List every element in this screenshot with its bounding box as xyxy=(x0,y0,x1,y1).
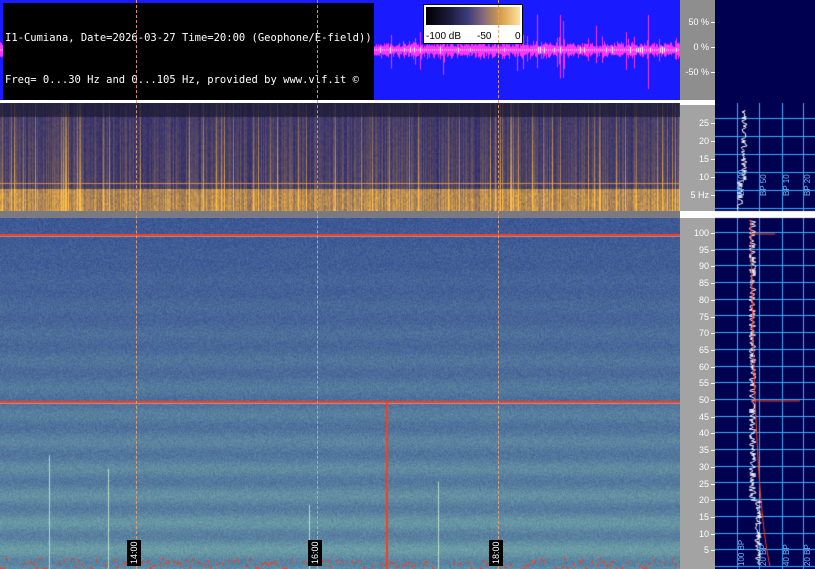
full-band-tick: 60 xyxy=(698,361,716,372)
colorbar-gradient xyxy=(426,7,520,25)
frequency-axis: 50 % 0 % -50 % 25 20 15 10 5 Hz 100 95 90 8… xyxy=(680,0,716,569)
full-band-tick: 85 xyxy=(698,278,716,289)
average-spectrum-trace xyxy=(715,0,815,569)
colorbar-label-min: -100 dB xyxy=(426,31,462,42)
full-band-tick: 15 xyxy=(698,511,716,522)
time-label-1400: 14:00 xyxy=(127,540,141,566)
full-band-tick: 50 xyxy=(698,395,716,405)
low-band-tick: 15 xyxy=(698,154,716,164)
spectrogram-low-band xyxy=(0,103,680,211)
colorbar-label-mid: -50 xyxy=(477,31,492,42)
bp-label-top: BP 10 xyxy=(782,174,791,196)
axis-separator-top xyxy=(680,100,715,105)
db-colorbar: -100 dB -50 0 xyxy=(423,4,523,44)
time-label-1800: 18:00 xyxy=(489,540,503,566)
full-band-tick: 95 xyxy=(698,244,716,255)
low-band-tick: 10 xyxy=(698,172,716,182)
full-band-tick: 100 xyxy=(693,228,716,238)
full-band-tick: 80 xyxy=(698,294,716,305)
time-marker-line-1600 xyxy=(317,0,318,569)
full-band-tick: 25 xyxy=(698,478,716,489)
time-marker-line-1800 xyxy=(498,0,499,569)
station-header: I1-Cumiana, Date=2026-03-27 Time=20:00 (… xyxy=(3,3,374,100)
full-band-tick: 55 xyxy=(698,378,716,389)
bp-label-bottom: 20 BP xyxy=(759,544,768,566)
spectrogram-low-band-image xyxy=(0,103,680,211)
bp-label-top: BP 50 xyxy=(759,174,768,196)
full-band-tick: 10 xyxy=(698,528,716,539)
bp-label-bottom: 100 BP xyxy=(737,539,746,566)
low-band-tick: 25 xyxy=(698,118,716,128)
full-band-tick: 75 xyxy=(698,311,716,322)
bp-label-top: BP 100 xyxy=(737,169,746,196)
waveform-tick-neg50: -50 % xyxy=(685,67,715,77)
spectrogram-full-band xyxy=(0,218,680,569)
low-band-tick: 20 xyxy=(698,136,716,146)
bp-label-bottom: 20 BP xyxy=(803,544,812,566)
full-band-tick: 5 xyxy=(703,545,716,556)
waveform-tick-0: 0 % xyxy=(693,42,715,52)
waveform-tick-50: 50 % xyxy=(688,17,715,27)
average-spectrum-panel: BP 100 BP 50 BP 10 BP 20 100 BP 20 BP 40… xyxy=(715,0,815,569)
axis-separator-mid xyxy=(680,211,715,218)
waveform-panel: I1-Cumiana, Date=2026-03-27 Time=20:00 (… xyxy=(0,0,680,100)
spectrogram-full-band-image xyxy=(0,218,680,569)
full-band-tick: 65 xyxy=(698,344,716,355)
bp-label-top: BP 20 xyxy=(803,174,812,196)
time-label-1600: 16:00 xyxy=(308,540,322,566)
panel-divider xyxy=(0,211,680,218)
time-marker-line-1400 xyxy=(136,0,137,569)
full-band-tick: 70 xyxy=(698,328,716,339)
colorbar-label-max: 0 xyxy=(515,31,521,42)
low-band-tick: 5 Hz xyxy=(690,190,715,200)
vlf-monitor-display: I1-Cumiana, Date=2026-03-27 Time=20:00 (… xyxy=(0,0,815,569)
full-band-tick: 35 xyxy=(698,445,716,456)
full-band-tick: 40 xyxy=(698,428,716,439)
full-band-tick: 90 xyxy=(698,261,716,272)
bp-label-bottom: 40 BP xyxy=(782,544,791,566)
full-band-tick: 30 xyxy=(698,461,716,472)
full-band-tick: 45 xyxy=(698,411,716,422)
full-band-tick: 20 xyxy=(698,495,716,506)
